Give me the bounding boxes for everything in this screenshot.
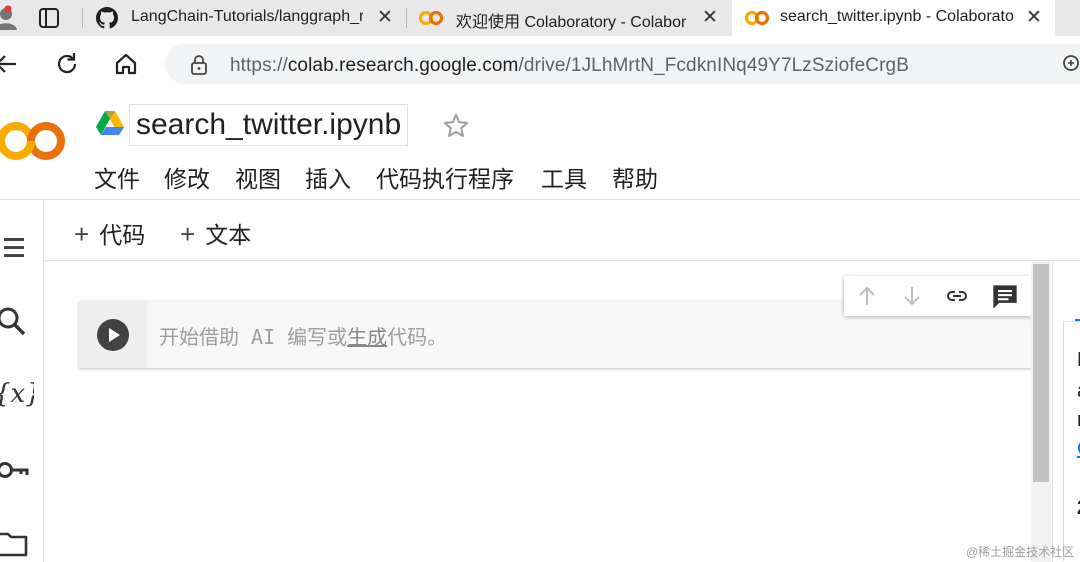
notebook-title[interactable]: search_twitter.ipynb (129, 104, 409, 146)
star-icon[interactable] (441, 111, 471, 141)
menu-tools[interactable]: 工具 (541, 160, 587, 194)
colab-logo-icon[interactable] (0, 118, 68, 164)
back-arrow-icon[interactable] (0, 50, 20, 78)
add-code-label: 代码 (99, 222, 146, 248)
right-side-panel: F a r C 2 (1052, 261, 1080, 562)
plus-icon: + (180, 219, 196, 249)
link-icon[interactable] (945, 284, 969, 308)
browser-tab-strip: LangChain-Tutorials/langgraph_r ✕ 欢迎使用 C… (0, 0, 1080, 36)
placeholder-text: 开始借助 AI 编写或 (159, 325, 348, 349)
notebook-scrollbar[interactable] (1031, 262, 1051, 562)
url-text[interactable]: https://colab.research.google.com/drive/… (230, 55, 909, 77)
tab-title: LangChain-Tutorials/langgraph_r (131, 8, 363, 25)
notebook-toolbar: + 代码 + 文本 (44, 200, 1080, 261)
github-icon (96, 7, 118, 29)
table-of-contents-icon[interactable] (0, 234, 28, 262)
placeholder-text-end: 代码。 (387, 325, 448, 349)
close-tab-icon[interactable]: ✕ (373, 6, 397, 30)
tab-title: 欢迎使用 Colaboratory - Colabor (456, 14, 687, 31)
menu-runtime[interactable]: 代码执行程序 (376, 160, 514, 194)
cell-gutter (79, 301, 147, 368)
move-cell-down-icon[interactable] (900, 284, 924, 308)
reload-icon[interactable] (53, 50, 81, 78)
comment-icon[interactable] (991, 283, 1019, 311)
tab-actions-icon[interactable] (38, 7, 60, 29)
url-path: /drive/1JLhMrtN_FcdknINq49Y7LzSziofeCrgB (518, 55, 909, 76)
variables-icon[interactable]: {x} (0, 376, 34, 410)
run-cell-button[interactable] (97, 319, 129, 351)
svg-text:{x}: {x} (0, 379, 34, 409)
tab-separator (406, 8, 407, 28)
menu-insert[interactable]: 插入 (305, 160, 351, 194)
home-icon[interactable] (112, 50, 140, 78)
tab-search-twitter[interactable]: search_twitter.ipynb - Colaborato ✕ (732, 0, 1055, 36)
files-folder-icon[interactable] (0, 530, 30, 558)
left-sidebar: {x} (0, 200, 44, 562)
profile-avatar-icon[interactable] (0, 4, 20, 32)
menu-file[interactable]: 文件 (94, 160, 140, 194)
tab-github[interactable]: LangChain-Tutorials/langgraph_r ✕ (84, 0, 406, 36)
notebook-content: 开始借助 AI 编写或生成代码。 (44, 261, 1052, 562)
cell-editor-placeholder[interactable]: 开始借助 AI 编写或生成代码。 (159, 321, 447, 350)
add-code-cell-button[interactable]: + 代码 (74, 216, 145, 250)
colab-icon (744, 10, 770, 26)
tab-separator (82, 8, 83, 28)
tab-colab-welcome[interactable]: 欢迎使用 Colaboratory - Colabor ✕ (408, 0, 730, 36)
google-drive-icon[interactable] (96, 110, 124, 136)
menu-view[interactable]: 视图 (235, 160, 281, 194)
url-host: colab.research.google.com (287, 55, 519, 76)
generate-link[interactable]: 生成 (347, 325, 387, 349)
tab-title: search_twitter.ipynb - Colaborato (780, 8, 1014, 25)
add-text-label: 文本 (205, 222, 252, 248)
watermark: @稀土掘金技术社区 (966, 545, 1075, 559)
scrollbar-thumb[interactable] (1033, 264, 1049, 482)
browser-navigation-bar: https://colab.research.google.com/drive/… (0, 36, 1080, 92)
colab-header: search_twitter.ipynb 文件 修改 视图 插入 代码执行程序 … (0, 92, 1080, 200)
lock-icon[interactable] (189, 54, 209, 76)
add-text-cell-button[interactable]: + 文本 (180, 216, 251, 250)
search-icon[interactable] (0, 306, 28, 338)
cell-toolbar (844, 276, 1031, 316)
plus-icon: + (74, 219, 90, 249)
zoom-icon[interactable] (1061, 53, 1080, 75)
move-cell-up-icon[interactable] (855, 284, 879, 308)
menu-edit[interactable]: 修改 (164, 160, 210, 194)
close-tab-icon[interactable]: ✕ (1022, 6, 1046, 30)
menu-help[interactable]: 帮助 (612, 160, 658, 194)
url-prefix: https:// (230, 55, 288, 76)
secrets-key-icon[interactable] (0, 458, 30, 482)
colab-icon (418, 10, 444, 26)
close-tab-icon[interactable]: ✕ (698, 6, 722, 30)
